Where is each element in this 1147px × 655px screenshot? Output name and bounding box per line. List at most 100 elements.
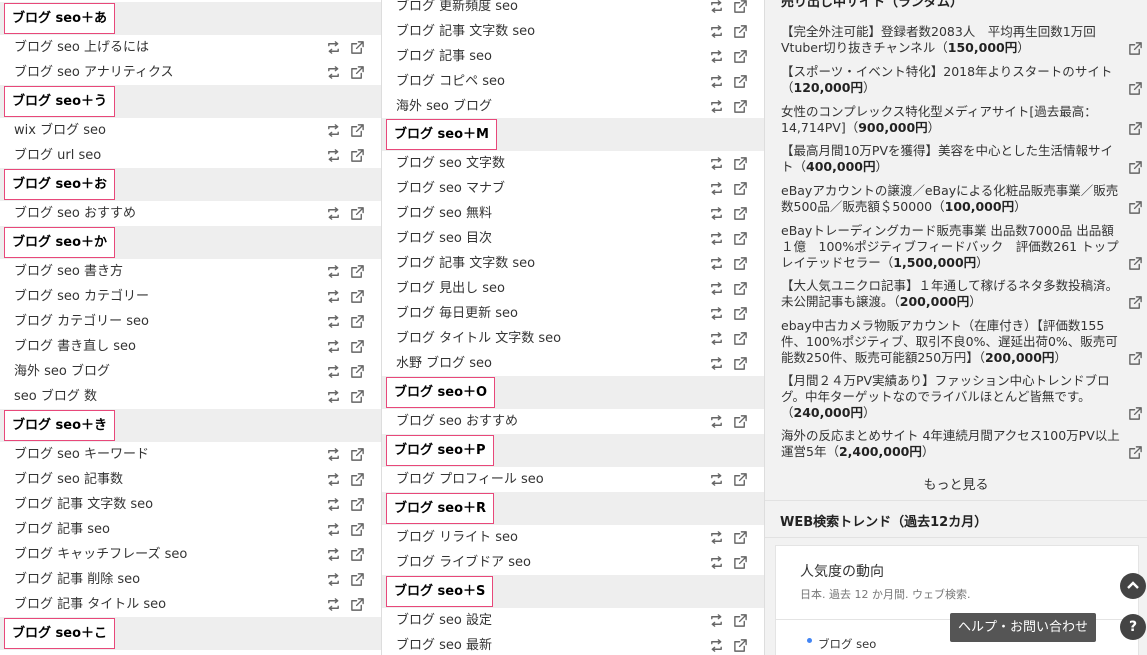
keyword-text[interactable]: ブログ 記事 文字数 seo: [396, 19, 535, 44]
sale-item[interactable]: 【完全外注可能】登録者数2083人 平均再生回数1万回 Vtuber切り抜きチャ…: [781, 24, 1143, 56]
keyword-text[interactable]: ブログ 更新頻度 seo: [396, 0, 518, 19]
external-link-icon[interactable]: [350, 206, 365, 221]
sale-title[interactable]: 女性のコンプレックス特化型メディアサイト[過去最高：14,714PV]: [781, 104, 1097, 135]
keyword-row[interactable]: ブログ seo アナリティクス: [0, 60, 381, 85]
keyword-row[interactable]: ブログ seo 無料: [382, 201, 764, 226]
keyword-text[interactable]: 海外 seo ブログ: [14, 359, 110, 384]
sale-title[interactable]: 【月間２４万PV実績あり】ファッション中心トレンドブログ。中年ターゲットなのでラ…: [781, 373, 1110, 404]
sale-item-text[interactable]: 【スポーツ・イベント特化】2018年よりスタートのサイト（120,000円）: [781, 64, 1143, 96]
retweet-icon[interactable]: [709, 306, 724, 321]
external-link-icon[interactable]: [733, 256, 748, 271]
keyword-text[interactable]: ブログ seo アナリティクス: [14, 60, 174, 85]
external-link-icon[interactable]: [350, 389, 365, 404]
sale-item-text[interactable]: 女性のコンプレックス特化型メディアサイト[過去最高：14,714PV]（900,…: [781, 104, 1143, 136]
retweet-icon[interactable]: [709, 0, 724, 14]
external-link-icon[interactable]: [1128, 160, 1143, 175]
retweet-icon[interactable]: [709, 256, 724, 271]
keyword-text[interactable]: ブログ seo カテゴリー: [14, 284, 149, 309]
retweet-icon[interactable]: [709, 24, 724, 39]
sale-item-text[interactable]: ebay中古カメラ物販アカウント（在庫付き）【評価数155件、100%ポジティブ…: [781, 318, 1143, 366]
external-link-icon[interactable]: [733, 530, 748, 545]
external-link-icon[interactable]: [350, 339, 365, 354]
keyword-row[interactable]: ブログ seo マナブ: [382, 176, 764, 201]
sale-item[interactable]: 海外の反応まとめサイト 4年連続月間アクセス100万PV以上運営5年（2,400…: [781, 428, 1143, 460]
keyword-text[interactable]: ブログ 記事 タイトル seo: [14, 592, 166, 617]
keyword-text[interactable]: ブログ seo マナブ: [396, 176, 505, 201]
retweet-icon[interactable]: [326, 597, 341, 612]
keyword-text[interactable]: ブログ 記事 文字数 seo: [14, 492, 153, 517]
keyword-row[interactable]: ブログ seo カテゴリー: [0, 284, 381, 309]
keyword-row[interactable]: ブログ 記事 文字数 seo: [382, 251, 764, 276]
retweet-icon[interactable]: [709, 613, 724, 628]
external-link-icon[interactable]: [350, 447, 365, 462]
external-link-icon[interactable]: [733, 49, 748, 64]
retweet-icon[interactable]: [326, 472, 341, 487]
keyword-row[interactable]: 海外 seo ブログ: [0, 359, 381, 384]
keyword-row[interactable]: wix ブログ seo: [0, 118, 381, 143]
keyword-row[interactable]: ブログ 記事 seo: [382, 44, 764, 69]
external-link-icon[interactable]: [1128, 256, 1143, 271]
keyword-row[interactable]: ブログ seo 文字数: [382, 151, 764, 176]
external-link-icon[interactable]: [350, 547, 365, 562]
keyword-text[interactable]: ブログ 見出し seo: [396, 276, 505, 301]
external-link-icon[interactable]: [1128, 351, 1143, 366]
keyword-text[interactable]: 水野 ブログ seo: [396, 351, 492, 376]
external-link-icon[interactable]: [350, 289, 365, 304]
external-link-icon[interactable]: [350, 123, 365, 138]
keyword-row[interactable]: ブログ seo 最新: [382, 633, 764, 655]
sale-item-text[interactable]: eBayアカウントの譲渡／eBayによる化粧品販売事業／販売数500品／販売額＄…: [781, 183, 1143, 215]
retweet-icon[interactable]: [326, 65, 341, 80]
keyword-row[interactable]: ブログ 更新頻度 seo: [382, 0, 764, 19]
keyword-row[interactable]: 海外 seo ブログ: [382, 94, 764, 119]
retweet-icon[interactable]: [326, 364, 341, 379]
external-link-icon[interactable]: [733, 99, 748, 114]
retweet-icon[interactable]: [326, 40, 341, 55]
retweet-icon[interactable]: [709, 206, 724, 221]
keyword-row[interactable]: ブログ 記事 タイトル seo: [0, 592, 381, 617]
retweet-icon[interactable]: [326, 206, 341, 221]
retweet-icon[interactable]: [326, 572, 341, 587]
keyword-row[interactable]: 水野 ブログ seo: [382, 351, 764, 376]
retweet-icon[interactable]: [326, 148, 341, 163]
sale-item-text[interactable]: 海外の反応まとめサイト 4年連続月間アクセス100万PV以上運営5年（2,400…: [781, 428, 1143, 460]
external-link-icon[interactable]: [733, 613, 748, 628]
sale-item[interactable]: ebay中古カメラ物販アカウント（在庫付き）【評価数155件、100%ポジティブ…: [781, 318, 1143, 366]
keyword-row[interactable]: ブログ プロフィール seo: [382, 467, 764, 492]
retweet-icon[interactable]: [326, 447, 341, 462]
external-link-icon[interactable]: [350, 40, 365, 55]
sale-item-text[interactable]: 【最高月間10万PVを獲得】美容を中心とした生活情報サイト（400,000円）: [781, 143, 1143, 175]
retweet-icon[interactable]: [709, 231, 724, 246]
retweet-icon[interactable]: [709, 414, 724, 429]
keyword-text[interactable]: ブログ コピペ seo: [396, 69, 505, 94]
retweet-icon[interactable]: [709, 49, 724, 64]
keyword-row[interactable]: ブログ seo 上げるには: [0, 35, 381, 60]
external-link-icon[interactable]: [733, 156, 748, 171]
retweet-icon[interactable]: [326, 497, 341, 512]
keyword-text[interactable]: ブログ 記事 seo: [396, 44, 492, 69]
keyword-row[interactable]: ブログ seo おすすめ: [382, 409, 764, 434]
retweet-icon[interactable]: [709, 331, 724, 346]
sale-item-text[interactable]: eBayトレーディングカード販売事業 出品数7000品 出品額１億 100%ポジ…: [781, 223, 1143, 271]
keyword-row[interactable]: ブログ seo 書き方: [0, 259, 381, 284]
keyword-text[interactable]: ブログ seo おすすめ: [14, 201, 136, 226]
keyword-row[interactable]: ブログ 毎日更新 seo: [382, 301, 764, 326]
external-link-icon[interactable]: [350, 572, 365, 587]
keyword-row[interactable]: ブログ 見出し seo: [382, 276, 764, 301]
keyword-row[interactable]: ブログ seo 記事数: [0, 467, 381, 492]
keyword-row[interactable]: ブログ リライト seo: [382, 525, 764, 550]
retweet-icon[interactable]: [709, 472, 724, 487]
help-icon-button[interactable]: ?: [1120, 614, 1146, 640]
external-link-icon[interactable]: [733, 281, 748, 296]
keyword-text[interactable]: ブログ seo おすすめ: [396, 409, 518, 434]
sale-title[interactable]: ebay中古カメラ物販アカウント（在庫付き）【評価数155件、100%ポジティブ…: [781, 318, 1118, 365]
external-link-icon[interactable]: [350, 364, 365, 379]
keyword-text[interactable]: seo ブログ 数: [14, 384, 97, 409]
retweet-icon[interactable]: [709, 74, 724, 89]
keyword-text[interactable]: ブログ 記事 削除 seo: [14, 567, 140, 592]
keyword-text[interactable]: 海外 seo ブログ: [396, 94, 492, 119]
keyword-row[interactable]: ブログ カテゴリー seo: [0, 309, 381, 334]
retweet-icon[interactable]: [326, 547, 341, 562]
keyword-text[interactable]: ブログ ライブドア seo: [396, 550, 531, 575]
external-link-icon[interactable]: [733, 414, 748, 429]
keyword-row[interactable]: ブログ 書き直し seo: [0, 334, 381, 359]
